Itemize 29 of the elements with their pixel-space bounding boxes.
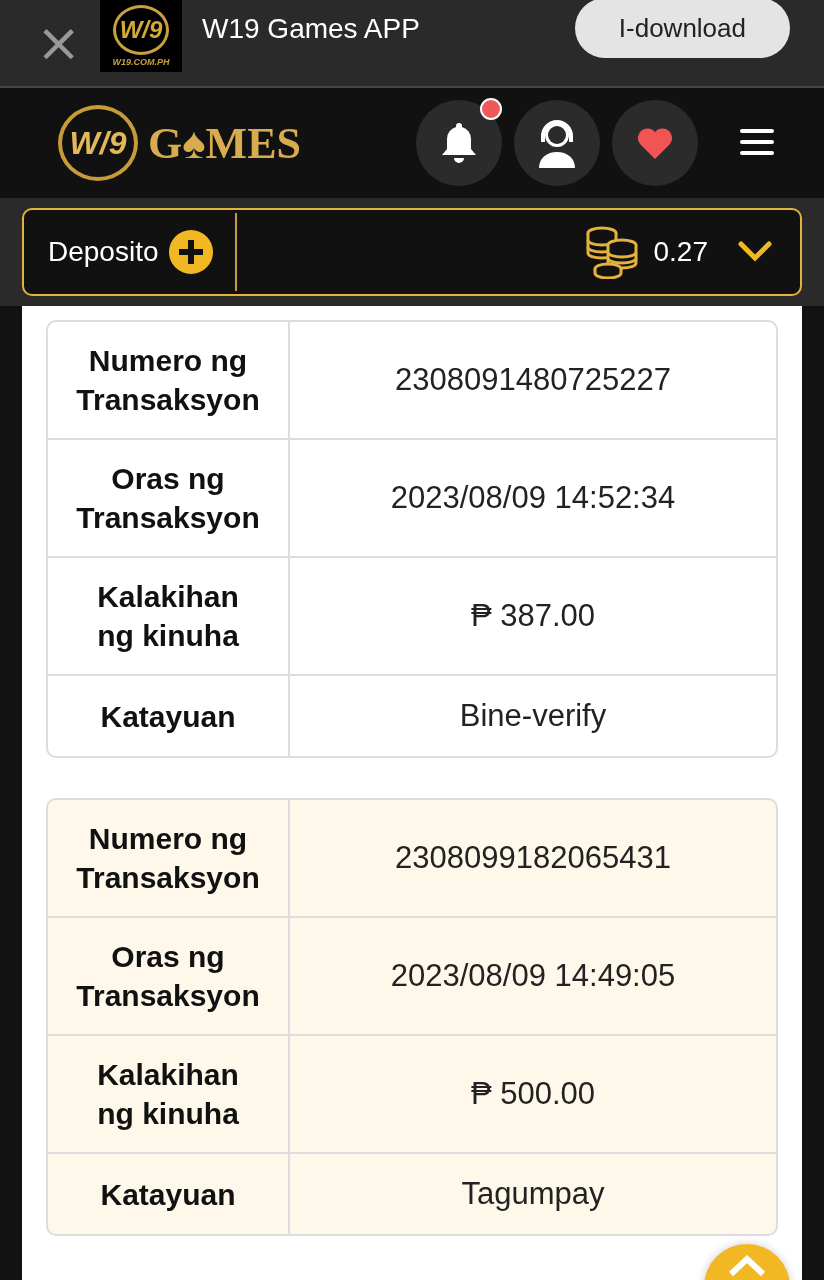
plus-icon bbox=[168, 230, 213, 274]
balance-amount: 0.27 bbox=[653, 236, 708, 268]
row-label: Katayuan bbox=[48, 676, 290, 756]
row-value: 2023/08/09 14:49:05 bbox=[389, 957, 677, 995]
row-label: Kalakihan ng kinuha bbox=[48, 558, 290, 674]
row-value: 2308091480725227 bbox=[394, 361, 672, 399]
row-label: Numero ng Transaksyon bbox=[48, 800, 290, 916]
logo[interactable]: W/9 G♠MES bbox=[58, 105, 404, 181]
row-value: ₱ 500.00 bbox=[469, 1075, 597, 1113]
row-label: Oras ng Transaksyon bbox=[48, 440, 290, 556]
download-button[interactable]: I-download bbox=[574, 0, 790, 58]
row-value: ₱ 387.00 bbox=[469, 597, 597, 635]
bell-icon bbox=[440, 121, 478, 165]
row-value: Tagumpay bbox=[460, 1175, 606, 1213]
app-title: W19 Games APP bbox=[202, 13, 421, 45]
row-value: 2308099182065431 bbox=[394, 839, 672, 877]
row-label: Kalakihan ng kinuha bbox=[48, 1036, 290, 1152]
row-label: Numero ng Transaksyon bbox=[48, 322, 290, 438]
row-value: Bine-verify bbox=[458, 697, 608, 735]
close-button[interactable]: × bbox=[36, 21, 80, 65]
row-label: Oras ng Transaksyon bbox=[48, 918, 290, 1034]
row-value: 2023/08/09 14:52:34 bbox=[389, 479, 677, 517]
menu-icon bbox=[740, 127, 774, 156]
chevron-down-icon[interactable] bbox=[738, 241, 772, 263]
heart-icon bbox=[636, 126, 674, 160]
deposit-button[interactable]: Deposito bbox=[24, 213, 237, 291]
chevron-up-icon bbox=[727, 1254, 767, 1278]
row-label: Katayuan bbox=[48, 1154, 290, 1234]
app-icon: W/9 W19.COM.PH bbox=[100, 0, 182, 72]
